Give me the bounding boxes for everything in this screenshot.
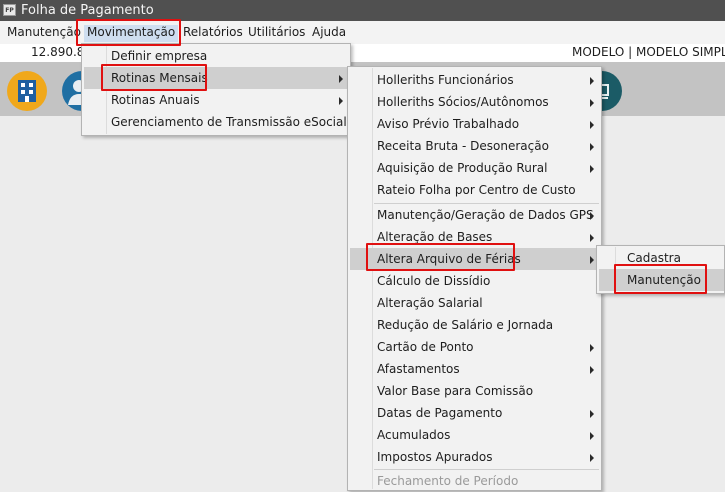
menu-item-gerenciamento-esocial[interactable]: Gerenciamento de Transmissão eSocial [84,111,348,133]
submenu-arrow-icon [590,99,594,107]
menu-item-rateio-folha[interactable]: Rateio Folha por Centro de Custo [350,179,599,201]
menu-item-label: Alteração de Bases [377,230,493,244]
menu-bar: Manutenção Movimentação Relatórios Utili… [0,21,725,44]
menu-item-alteracao-bases[interactable]: Alteração de Bases [350,226,599,248]
title-bar: FP Folha de Pagamento [0,0,725,21]
menu-item-cadastra[interactable]: Cadastra [599,247,724,269]
menu-item-label: Aquisição de Produção Rural [377,161,548,175]
menu-item-aviso-previo[interactable]: Aviso Prévio Trabalhado [350,113,599,135]
menu-item-label: Gerenciamento de Transmissão eSocial [111,115,347,129]
menu-item-label: Redução de Salário e Jornada [377,318,554,332]
menu-item-label: Acumulados [377,428,451,442]
submenu-arrow-icon [590,410,594,418]
submenu-arrow-icon [339,75,343,83]
menu-item-label: Receita Bruta - Desoneração [377,139,549,153]
menu-item-label: Fechamento de Período [377,474,519,488]
menu-ajuda[interactable]: Ajuda [309,25,349,42]
menu-item-calculo-dissidio[interactable]: Cálculo de Dissídio [350,270,599,292]
menu-item-aquisicao-producao-rural[interactable]: Aquisição de Produção Rural [350,157,599,179]
menu-item-label: Valor Base para Comissão [377,384,534,398]
menu-item-label: Rotinas Anuais [111,93,200,107]
menu-item-alteracao-salarial[interactable]: Alteração Salarial [350,292,599,314]
menu-item-acumulados[interactable]: Acumulados [350,424,599,446]
menu-item-datas-pagamento[interactable]: Datas de Pagamento [350,402,599,424]
menu-item-valor-base-comissao[interactable]: Valor Base para Comissão [350,380,599,402]
menu-item-label: Holleriths Sócios/Autônomos [377,95,549,109]
movimentacao-dropdown: Definir empresa Rotinas Mensais Rotinas … [81,43,351,136]
menu-item-label: Cadastra [627,251,681,265]
menu-item-label: Afastamentos [377,362,460,376]
menu-item-cartao-ponto[interactable]: Cartão de Ponto [350,336,599,358]
submenu-arrow-icon [590,212,594,220]
menu-item-holleriths-socios[interactable]: Holleriths Sócios/Autônomos [350,91,599,113]
menu-item-label: Rotinas Mensais [111,71,208,85]
menu-item-label: Manutenção [627,273,701,287]
menu-item-definir-empresa[interactable]: Definir empresa [84,45,348,67]
altera-ferias-submenu: Cadastra Manutenção [596,245,725,294]
company-code: 12.890.8 [31,45,85,59]
submenu-arrow-icon [590,344,594,352]
submenu-arrow-icon [590,165,594,173]
menu-item-holleriths-funcionarios[interactable]: Holleriths Funcionários [350,69,599,91]
submenu-arrow-icon [590,234,594,242]
submenu-arrow-icon [590,77,594,85]
menu-item-label: Impostos Apurados [377,450,493,464]
menu-item-manutencao[interactable]: Manutenção [599,269,724,291]
menu-item-receita-bruta[interactable]: Receita Bruta - Desoneração [350,135,599,157]
menu-item-label: Holleriths Funcionários [377,73,514,87]
menu-item-label: Datas de Pagamento [377,406,503,420]
menu-manutencao[interactable]: Manutenção [4,25,84,42]
menu-item-fechamento-periodo: Fechamento de Período [350,470,599,492]
menu-item-rotinas-mensais[interactable]: Rotinas Mensais [84,67,348,89]
menu-item-label: Alteração Salarial [377,296,483,310]
menu-item-reducao-salario[interactable]: Redução de Salário e Jornada [350,314,599,336]
menu-item-label: Aviso Prévio Trabalhado [377,117,520,131]
submenu-arrow-icon [590,454,594,462]
menu-item-impostos-apurados[interactable]: Impostos Apurados [350,446,599,468]
submenu-arrow-icon [339,97,343,105]
menu-item-label: Cartão de Ponto [377,340,474,354]
menu-item-label: Cálculo de Dissídio [377,274,491,288]
submenu-arrow-icon [590,432,594,440]
submenu-arrow-icon [590,143,594,151]
menu-item-dados-gps[interactable]: Manutenção/Geração de Dados GPS [350,204,599,226]
menu-item-afastamentos[interactable]: Afastamentos [350,358,599,380]
submenu-arrow-icon [590,121,594,129]
window-title: Folha de Pagamento [21,3,154,18]
menu-item-label: Manutenção/Geração de Dados GPS [377,208,594,222]
menu-movimentacao[interactable]: Movimentação [84,25,179,42]
app-logo-icon: FP [3,4,16,16]
submenu-arrow-icon [590,256,594,264]
menu-item-rotinas-anuais[interactable]: Rotinas Anuais [84,89,348,111]
building-icon[interactable] [7,71,47,111]
menu-item-altera-arquivo-ferias[interactable]: Altera Arquivo de Férias [350,248,599,270]
menu-relatorios[interactable]: Relatórios [180,25,246,42]
menu-item-label: Rateio Folha por Centro de Custo [377,183,576,197]
menu-item-label: Definir empresa [111,49,208,63]
menu-item-label: Altera Arquivo de Férias [377,252,521,266]
menu-utilitarios[interactable]: Utilitários [245,25,308,42]
rotinas-mensais-submenu: Holleriths Funcionários Holleriths Sócio… [347,66,602,491]
submenu-arrow-icon [590,366,594,374]
company-name: MODELO | MODELO SIMPLE [572,45,725,59]
